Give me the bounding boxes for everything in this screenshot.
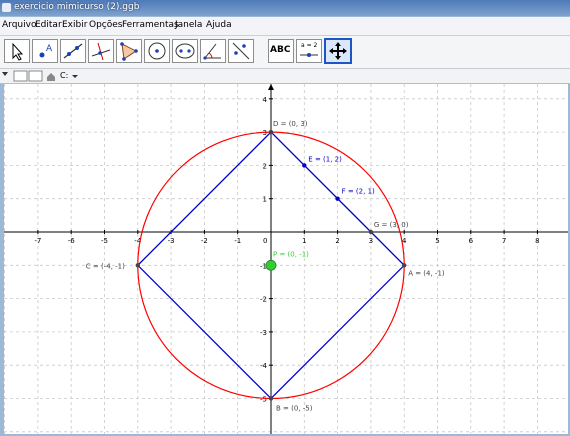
polygon-tool[interactable] (116, 39, 142, 63)
point-c (135, 263, 140, 268)
point-f (335, 196, 340, 201)
menu-opcoes[interactable]: Opções (89, 20, 122, 30)
menu-ferramentas[interactable]: Ferramentas (122, 20, 179, 30)
point-e (302, 163, 307, 168)
point-a (402, 263, 407, 268)
title-bar: exercicio mimicurso (2).ggb (0, 0, 570, 16)
dropdown-icon (72, 75, 78, 78)
point-c-label: C = (-4, -1) (86, 262, 125, 270)
point-tool[interactable]: A (32, 39, 58, 63)
x-tick-label: -2 (201, 237, 208, 245)
x-tick-label: -7 (34, 237, 41, 245)
move-tool[interactable] (4, 39, 30, 63)
polygon-icon (120, 42, 138, 61)
collapse-icon (2, 72, 8, 76)
line-icon (63, 43, 83, 59)
reflect-tool[interactable] (228, 39, 254, 63)
angle-icon (203, 43, 221, 60)
point-a-label: A = (4, -1) (408, 269, 445, 277)
move-graphics-tool[interactable] (324, 38, 352, 64)
x-tick-label: 6 (469, 237, 474, 245)
move-graphics-icon (329, 42, 347, 60)
circle-tool[interactable] (144, 39, 170, 63)
window-title: exercicio mimicurso (2).ggb (14, 2, 140, 12)
arrow-icon (12, 42, 24, 61)
y-tick-label: -2 (260, 296, 267, 304)
menu-editar[interactable]: Editar (35, 20, 62, 30)
drive-label[interactable]: C: (60, 71, 68, 80)
angle-tool[interactable] (200, 39, 226, 63)
perpendicular-tool[interactable] (88, 39, 114, 63)
x-tick-label: -3 (168, 237, 175, 245)
x-tick-label: -1 (234, 237, 241, 245)
point-icon: A (39, 44, 53, 58)
y-tick-label: -4 (260, 362, 268, 370)
x-tick-label: 2 (335, 237, 339, 245)
x-tick-label: 3 (369, 237, 373, 245)
point-g-label: G = (3, 0) (374, 221, 409, 229)
point-e-label: E = (1, 2) (308, 155, 342, 163)
y-tick-label: -3 (260, 329, 267, 337)
point-d-label: D = (0, 3) (273, 120, 308, 128)
x-tick-label: 8 (535, 237, 539, 245)
line-tool[interactable] (60, 39, 86, 63)
point-f-label: F = (2, 1) (342, 188, 375, 196)
conic-icon (175, 43, 195, 59)
x-tick-label: -6 (68, 237, 76, 245)
app-icon (2, 3, 11, 12)
graphics-svg[interactable]: -7 -6 -5 -4 -3 -2 -1 1 2 3 4 5 6 7 84321-1-2-3-4-50D =… (4, 84, 568, 434)
svg-text:A: A (46, 44, 53, 54)
perpendicular-icon (91, 42, 111, 61)
text-tool[interactable]: ABC (268, 39, 294, 63)
menu-exibir[interactable]: Exibir (62, 20, 87, 30)
reflect-icon (232, 42, 250, 60)
point-p (265, 259, 277, 271)
point-b (268, 396, 274, 401)
graphics-view[interactable]: -7 -6 -5 -4 -3 -2 -1 1 2 3 4 5 6 7 8 4 3 2 1 -1 -2 -3 -4 -5 0 D =… (4, 84, 568, 434)
menu-janela[interactable]: Janela (175, 20, 202, 30)
y-tick-label: 2 (263, 162, 267, 170)
menu-bar: Arquivo Editar Exibir Opções Ferramentas… (0, 17, 570, 36)
origin-label: 0 (263, 237, 267, 245)
point-g (368, 229, 374, 235)
x-tick-label: 5 (435, 237, 439, 245)
view-icon-2 (28, 70, 43, 82)
x-tick-label: -5 (101, 237, 108, 245)
view-icon (13, 70, 28, 82)
x-tick-label: 1 (302, 237, 306, 245)
slider-tool[interactable]: a = 2 (296, 39, 322, 63)
point-b-label: B = (0, -5) (276, 405, 313, 413)
point-p-label: P = (0, -1) (273, 250, 309, 258)
menu-arquivo[interactable]: Arquivo (2, 20, 36, 30)
x-tick-label: 7 (502, 237, 506, 245)
menu-ajuda[interactable]: Ajuda (206, 20, 232, 30)
point-d (268, 129, 274, 135)
y-tick-label: 4 (263, 96, 268, 104)
y-axis-arrow (268, 84, 274, 90)
circle-icon (148, 42, 166, 60)
y-tick-label: 1 (263, 196, 267, 204)
text-tool-label: ABC (270, 45, 291, 55)
style-bar: C: (0, 69, 570, 84)
slider-icon (300, 53, 318, 57)
toolbar: A ABC a = 2 (0, 36, 570, 69)
home-icon (47, 73, 55, 81)
y-tick-label: -5 (260, 396, 267, 404)
conic-tool[interactable] (172, 39, 198, 63)
